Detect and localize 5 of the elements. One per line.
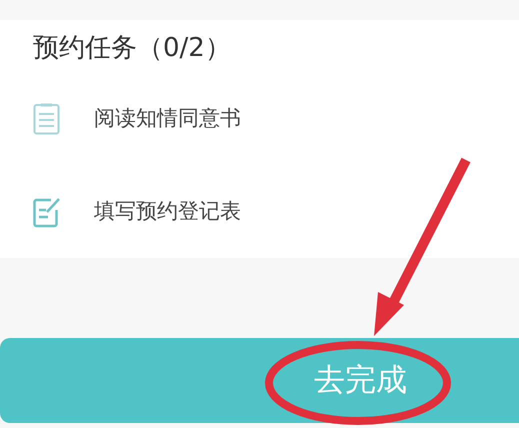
clipboard-icon: [33, 102, 60, 135]
section-title: 预约任务（0/2）: [33, 32, 232, 65]
task-label[interactable]: 填写预约登记表: [94, 196, 241, 228]
task-label[interactable]: 阅读知情同意书: [94, 103, 241, 135]
edit-form-icon: [33, 196, 60, 228]
